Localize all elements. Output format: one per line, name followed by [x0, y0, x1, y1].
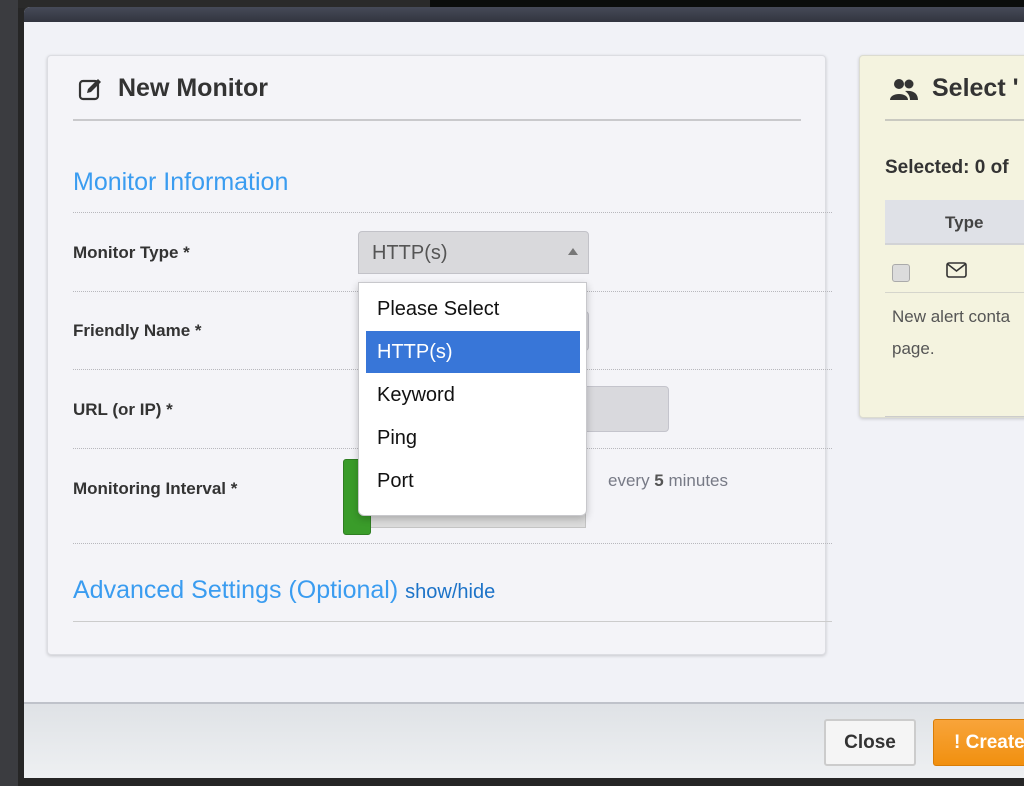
selected-count: Selected: 0 of: [885, 157, 1009, 178]
label-monitoring-interval: Monitoring Interval *: [73, 479, 238, 498]
edit-icon: [78, 78, 101, 100]
row-divider: [73, 543, 832, 544]
modal-footer: Close ! Create: [24, 702, 1024, 778]
alert-contact-note: New alert conta page.: [892, 301, 1024, 365]
new-monitor-modal: New Monitor Monitor Information Monitor …: [24, 7, 1024, 778]
section-monitor-information: Monitor Information: [73, 168, 289, 196]
label-friendly-name: Friendly Name *: [73, 321, 202, 340]
note-line-2: page.: [892, 339, 935, 358]
contacts-table-header: Type: [885, 200, 1024, 245]
monitor-type-value: HTTP(s): [372, 242, 448, 264]
create-monitor-button[interactable]: ! Create: [933, 719, 1024, 766]
title-divider: [73, 119, 801, 121]
interval-suffix: minutes: [663, 471, 729, 490]
envelope-icon: [946, 262, 967, 278]
panel-title: New Monitor: [78, 74, 268, 103]
interval-prefix: every: [608, 471, 655, 490]
column-header-type: Type: [945, 213, 984, 232]
dropdown-option-port[interactable]: Port: [366, 460, 580, 502]
interval-value: 5: [654, 471, 664, 490]
side-bottom-divider: [885, 416, 1024, 417]
monitor-type-dropdown: Please Select HTTP(s) Keyword Ping Port: [358, 282, 587, 516]
label-url: URL (or IP) *: [73, 400, 173, 419]
advanced-settings-title: Advanced Settings (Optional): [73, 576, 399, 604]
alert-contacts-panel: Select ' Selected: 0 of Type New alert c…: [859, 55, 1024, 418]
dropdown-option-keyword[interactable]: Keyword: [366, 374, 580, 416]
dropdown-option-please-select[interactable]: Please Select: [366, 288, 580, 330]
panel-title-text: New Monitor: [118, 74, 268, 102]
show-hide-link[interactable]: show/hide: [405, 581, 495, 603]
caret-up-icon: [568, 248, 578, 255]
backdrop-edge: [0, 0, 18, 786]
modal-header: [24, 7, 1024, 22]
modal-body: New Monitor Monitor Information Monitor …: [24, 22, 1024, 702]
side-panel-title-text: Select ': [932, 74, 1019, 102]
dropdown-option-https[interactable]: HTTP(s): [366, 331, 580, 373]
section-advanced-settings: Advanced Settings (Optional) show/hide: [73, 576, 495, 605]
label-monitor-type: Monitor Type *: [73, 243, 190, 262]
row-divider: [73, 212, 832, 213]
monitor-type-select[interactable]: HTTP(s): [358, 231, 589, 274]
close-button[interactable]: Close: [824, 719, 916, 766]
users-icon: [890, 78, 918, 100]
note-line-1: New alert conta: [892, 307, 1011, 326]
interval-readout: every 5 minutes: [608, 471, 728, 491]
table-row-divider: [885, 292, 1024, 293]
side-panel-title: Select ': [890, 74, 1019, 103]
side-title-divider: [885, 119, 1024, 121]
advanced-divider: [73, 621, 832, 622]
contact-checkbox[interactable]: [892, 264, 910, 282]
dropdown-option-ping[interactable]: Ping: [366, 417, 580, 459]
